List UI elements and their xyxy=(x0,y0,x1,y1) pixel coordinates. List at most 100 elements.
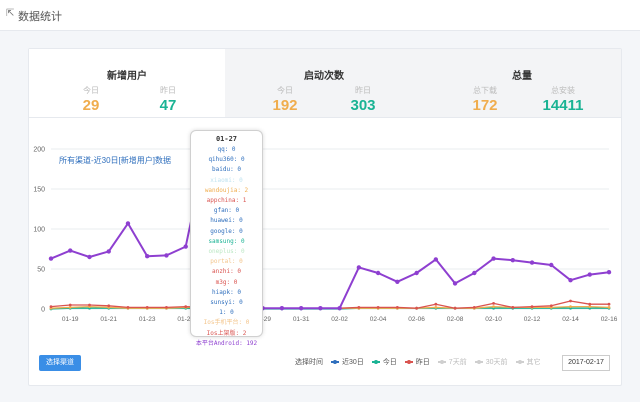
data-point xyxy=(395,306,399,309)
data-point xyxy=(452,281,458,286)
data-point xyxy=(68,306,72,309)
tooltip-row: m3g: 0 xyxy=(215,278,238,286)
downloads-label: 总下载 xyxy=(473,86,497,95)
new-users-title: 新增用户 xyxy=(107,71,147,82)
x-tick-label: 02-10 xyxy=(485,316,502,323)
data-point xyxy=(607,302,611,306)
x-tick-label: 02-06 xyxy=(408,316,425,323)
range-label: 近30日 xyxy=(342,359,364,366)
series-line xyxy=(50,300,609,309)
data-point xyxy=(68,248,73,253)
installs-label: 总安装 xyxy=(551,86,575,95)
yesterday-label: 昨日 xyxy=(160,86,176,95)
range-marker-icon xyxy=(331,360,339,364)
data-point xyxy=(375,270,381,276)
data-point xyxy=(587,272,592,277)
launches-panel[interactable]: 启动次数 今日 192 昨日 303 xyxy=(225,49,423,118)
data-point xyxy=(49,305,53,308)
tooltip-row: appchina: 1 xyxy=(206,197,247,205)
yesterday-value: 47 xyxy=(159,97,177,114)
new-users-panel[interactable]: 新增用户 今日 29 昨日 47 xyxy=(29,49,225,118)
tooltip-row: qq: 0 xyxy=(217,146,236,153)
tooltip-row: samsung: 0 xyxy=(208,237,245,245)
range-label: 昨日 xyxy=(415,359,430,366)
data-point xyxy=(414,270,419,276)
tooltip-row: portal: 0 xyxy=(210,258,243,266)
data-point xyxy=(568,278,573,283)
data-point xyxy=(472,306,476,309)
data-point xyxy=(569,299,572,303)
range-option[interactable]: 近30日 xyxy=(331,357,364,367)
data-point xyxy=(106,249,111,254)
data-point xyxy=(48,256,54,261)
range-marker-icon xyxy=(515,360,524,364)
today-value: 192 xyxy=(272,97,298,114)
x-tick-label: 02-02 xyxy=(331,316,348,323)
range-option[interactable]: 7天前 xyxy=(437,357,467,367)
tooltip-row: 1: 0 xyxy=(219,309,234,317)
new-users-yesterday: 昨日 47 xyxy=(138,85,198,114)
today-label: 今日 xyxy=(277,86,293,95)
x-tick-label: 01-19 xyxy=(62,316,79,323)
range-option[interactable]: 今日 xyxy=(371,357,397,367)
chart-tooltip: 01-27 qq: 0 qihu360: 0 baidu: 0 xiaomi: 0 wa… xyxy=(190,130,263,347)
x-tick-label: 01-23 xyxy=(139,316,156,323)
data-point xyxy=(607,306,611,309)
data-point xyxy=(184,305,188,308)
data-point xyxy=(126,306,130,309)
x-tick-label: 02-16 xyxy=(601,316,618,323)
range-marker-icon xyxy=(437,360,446,364)
range-marker-icon xyxy=(371,360,380,364)
data-point xyxy=(492,305,495,308)
x-tick-label: 01-21 xyxy=(100,316,117,323)
data-point xyxy=(337,306,342,311)
range-label: 今日 xyxy=(382,359,397,366)
total-downloads: 总下载 172 xyxy=(455,85,515,114)
total-installs: 总安装 14411 xyxy=(533,85,593,114)
time-label: 选择时间 xyxy=(295,359,323,366)
data-point xyxy=(165,306,168,309)
data-point xyxy=(433,257,439,262)
data-point xyxy=(279,306,285,311)
data-point xyxy=(145,306,149,309)
tooltip-row: 本平台Android: 192 xyxy=(195,339,258,347)
range-items: 近30日 今日 昨日 7天前 30天前 其它 xyxy=(331,357,549,367)
tooltip-rows: qq: 0 qihu360: 0 baidu: 0 xiaomi: 0 wandouji… xyxy=(191,145,262,349)
data-point xyxy=(434,302,438,306)
page-title: 数据统计 xyxy=(18,11,62,23)
total-panel[interactable]: 总量 总下载 172 总安装 14411 xyxy=(423,49,621,118)
launches-title: 启动次数 xyxy=(304,71,344,82)
x-tick-label: 02-12 xyxy=(524,316,541,323)
tooltip-row: google: 0 xyxy=(210,227,243,235)
data-point xyxy=(511,306,515,309)
range-marker-icon xyxy=(474,360,483,364)
stats-card: 新增用户 今日 29 昨日 47 启动次数 今日 192 昨日 303 总量 总… xyxy=(28,48,622,386)
data-point xyxy=(318,306,323,311)
data-point xyxy=(492,302,495,305)
data-point xyxy=(434,306,438,309)
range-option[interactable]: 30天前 xyxy=(474,357,508,367)
tooltip-row: Ios上架版: 2 xyxy=(206,329,247,337)
launches-yesterday: 昨日 303 xyxy=(333,85,393,114)
data-point xyxy=(415,306,418,310)
date-input[interactable]: 2017-02-17 xyxy=(562,355,610,371)
range-option[interactable]: 其它 xyxy=(515,357,541,367)
range-label: 7天前 xyxy=(448,359,467,366)
data-point xyxy=(530,305,534,308)
downloads-value: 172 xyxy=(472,97,498,114)
range-label: 30天前 xyxy=(485,359,508,366)
launches-today: 今日 192 xyxy=(255,85,315,114)
range-marker-icon xyxy=(404,360,413,364)
tooltip-row: qihu360: 0 xyxy=(208,156,245,164)
select-channel-button[interactable]: 选择渠道 xyxy=(39,355,81,371)
line-chart: 05010015020001-1901-2101-2301-2501-2701-… xyxy=(33,147,618,324)
data-point xyxy=(298,306,304,311)
back-icon[interactable]: ⇱ xyxy=(6,8,14,19)
data-point xyxy=(164,253,169,258)
top-bar: ⇱ 数据统计 xyxy=(0,0,640,31)
y-tick-label: 150 xyxy=(33,187,45,194)
data-point xyxy=(588,302,592,306)
data-point xyxy=(588,305,592,308)
range-option[interactable]: 昨日 xyxy=(404,357,430,367)
today-label: 今日 xyxy=(83,86,99,95)
